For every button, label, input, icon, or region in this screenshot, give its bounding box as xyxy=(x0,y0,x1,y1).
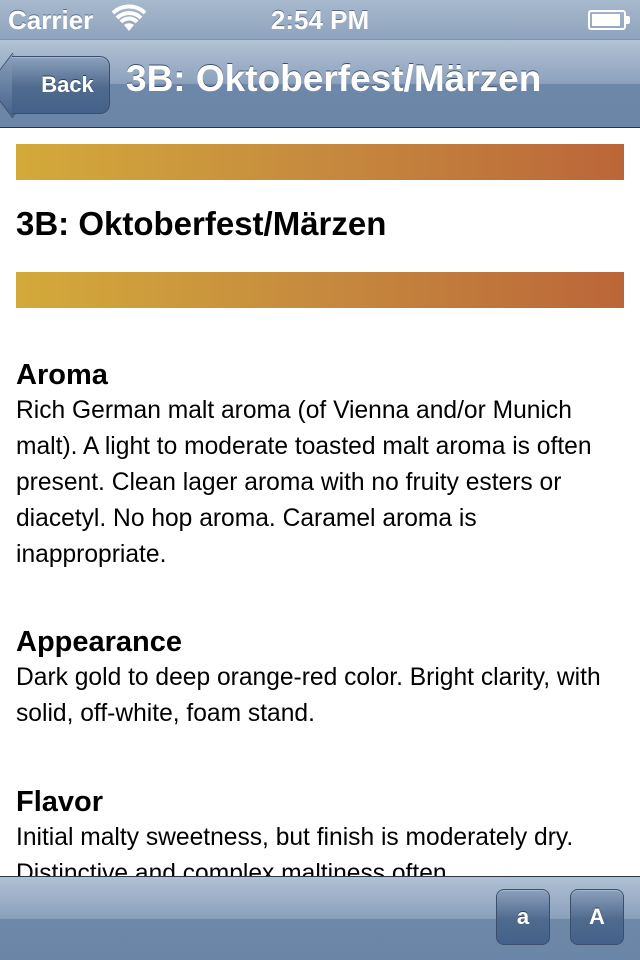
decrease-text-size-label: a xyxy=(516,904,530,929)
style-detail-content[interactable]: 3B: Oktoberfest/Märzen Aroma Rich German… xyxy=(0,129,640,876)
section-text: Initial malty sweetness, but finish is m… xyxy=(16,824,574,876)
color-gradient-band-top xyxy=(16,144,624,180)
section-aroma: Aroma Rich German malt aroma (of Vienna … xyxy=(16,357,616,573)
status-time: 2:54 PM xyxy=(270,5,370,35)
section-text: Dark gold to deep orange-red color. Brig… xyxy=(16,664,601,727)
style-title: 3B: Oktoberfest/Märzen xyxy=(16,205,387,242)
section-heading: Flavor xyxy=(16,786,104,818)
bottom-toolbar: a A xyxy=(0,876,640,960)
section-flavor: Flavor Initial malty sweetness, but fini… xyxy=(16,784,616,876)
page-title: 3B: Oktoberfest/Märzen xyxy=(126,58,542,99)
status-bar: Carrier 2:54 PM xyxy=(0,0,640,40)
section-text: Rich German malt aroma (of Vienna and/or… xyxy=(16,397,592,568)
increase-text-size-button[interactable]: A xyxy=(570,889,624,945)
color-gradient-band-bottom xyxy=(16,272,624,308)
battery-fill xyxy=(592,14,621,26)
back-button-label: Back xyxy=(41,72,94,97)
section-appearance: Appearance Dark gold to deep orange-red … xyxy=(16,624,616,732)
decrease-text-size-button[interactable]: a xyxy=(496,889,550,945)
section-heading: Aroma xyxy=(16,359,108,391)
section-heading: Appearance xyxy=(16,626,183,658)
navigation-bar: Back 3B: Oktoberfest/Märzen xyxy=(0,40,640,128)
increase-text-size-label: A xyxy=(589,904,605,929)
back-button[interactable]: Back xyxy=(12,56,110,114)
battery-icon xyxy=(588,10,630,30)
